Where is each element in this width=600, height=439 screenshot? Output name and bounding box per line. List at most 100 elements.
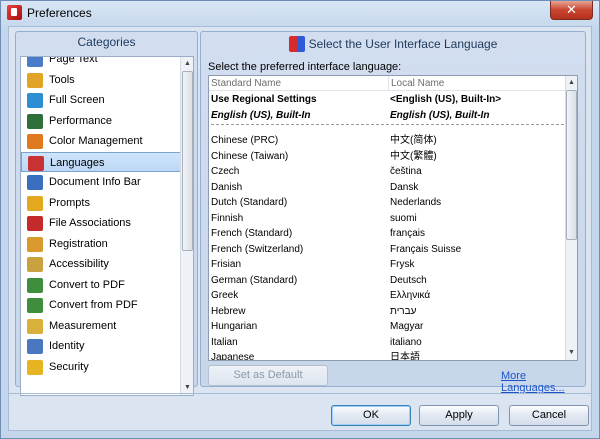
ok-button[interactable]: OK [331, 405, 411, 426]
local-name-cell: čeština [390, 166, 422, 177]
language-row[interactable]: German (Standard) Deutsch [209, 273, 566, 289]
category-label: Prompts [49, 196, 90, 209]
category-item[interactable]: Document Info Bar [21, 172, 181, 193]
language-panel-header: Select the User Interface Language [201, 36, 585, 56]
standard-name-cell: Dutch (Standard) [211, 197, 288, 208]
category-label: Document Info Bar [49, 176, 141, 188]
category-label: Convert from PDF [49, 299, 138, 311]
category-label: Security [49, 360, 89, 373]
column-header-standard-name[interactable]: Standard Name [211, 78, 281, 89]
scroll-thumb[interactable] [182, 71, 193, 251]
standard-name-cell: Frisian [211, 259, 242, 270]
language-row[interactable]: Greek Ελληνικά [209, 288, 566, 304]
standard-name-cell: Danish [211, 181, 243, 193]
category-item[interactable]: Page Text [21, 56, 181, 70]
security-icon [27, 359, 43, 375]
category-label: Languages [50, 156, 105, 169]
category-item[interactable]: Color Management [21, 131, 181, 152]
local-name-cell: 中文(简体) [390, 135, 437, 146]
standard-name-cell: Chinese (Taiwan) [211, 150, 289, 162]
language-row[interactable]: Frisian Frysk [209, 257, 566, 273]
category-label: Performance [49, 114, 112, 127]
cancel-button[interactable]: Cancel [509, 405, 589, 426]
language-row[interactable]: Italian italiano [209, 335, 566, 351]
category-label: Page Text [49, 56, 98, 65]
full-screen-icon [27, 93, 43, 108]
language-row[interactable]: Danish Dansk [209, 180, 566, 196]
category-label: Color Management [49, 135, 143, 147]
local-name-cell: Ελληνικά [390, 290, 431, 301]
category-item[interactable]: Convert from PDF [21, 295, 181, 316]
scroll-down-arrow-icon[interactable]: ▼ [567, 348, 576, 358]
standard-name-cell: Finnish [211, 212, 244, 224]
scroll-up-arrow-icon[interactable]: ▲ [567, 78, 576, 88]
category-item[interactable]: Measurement [21, 316, 181, 337]
category-item[interactable]: Prompts [21, 193, 181, 214]
language-row[interactable]: French (Switzerland) Français Suisse [209, 242, 566, 258]
language-row[interactable]: Japanese 日本語 [209, 350, 566, 361]
accessibility-icon [27, 257, 43, 272]
close-button[interactable]: ✕ [550, 1, 593, 20]
category-item[interactable]: Full Screen [21, 90, 181, 111]
language-row[interactable]: Chinese (PRC) 中文(简体) [209, 133, 566, 149]
language-row[interactable]: Use Regional Settings <English (US), Buil… [209, 92, 566, 108]
tools-icon [27, 72, 43, 88]
language-row[interactable]: English (US), Built-In English (US), Buil… [209, 108, 566, 124]
standard-name-cell: Chinese (PRC) [211, 135, 279, 146]
categories-pane: Categories Page Text Tools Full Screen Perf… [15, 31, 198, 396]
local-name-cell: 中文(繁體) [390, 150, 437, 162]
scroll-thumb[interactable] [566, 90, 577, 240]
language-row[interactable]: Chinese (Taiwan) 中文(繁體) [209, 149, 566, 165]
separator-line [211, 124, 564, 125]
language-row[interactable]: Czech čeština [209, 164, 566, 180]
language-row[interactable]: Finnish suomi [209, 211, 566, 227]
local-name-cell: italiano [390, 336, 422, 348]
standard-name-cell: Japanese [211, 352, 255, 361]
language-row[interactable]: Dutch (Standard) Nederlands [209, 195, 566, 211]
scroll-down-arrow-icon[interactable]: ▼ [183, 383, 192, 393]
category-item[interactable]: Languages [21, 151, 181, 172]
local-name-cell: עברית [390, 305, 417, 317]
category-label: File Associations [49, 217, 131, 229]
page-text-icon [27, 57, 43, 67]
column-header-local-name[interactable]: Local Name [391, 78, 444, 89]
category-label: Registration [49, 237, 108, 250]
app-icon [7, 5, 22, 20]
standard-name-cell: Czech [211, 166, 240, 177]
category-item[interactable]: Accessibility [21, 254, 181, 275]
categories-scrollbar[interactable]: ▲ ▼ [180, 57, 193, 395]
scroll-up-arrow-icon[interactable]: ▲ [183, 59, 192, 69]
categories-list: Page Text Tools Full Screen Performance Colo… [20, 56, 194, 396]
standard-name-cell: French (Switzerland) [211, 243, 304, 255]
grid-scrollbar[interactable]: ▲ ▼ [565, 76, 577, 360]
local-name-cell: Nederlands [390, 197, 442, 208]
category-item[interactable]: Convert to PDF [21, 275, 181, 296]
category-label: Accessibility [49, 258, 109, 270]
language-row[interactable]: Hungarian Magyar [209, 319, 566, 335]
preferences-window: Preferences ✕ Categories Page Text Tools F… [0, 0, 600, 439]
standard-name-cell: German (Standard) [211, 274, 298, 286]
category-item[interactable]: Performance [21, 111, 181, 132]
standard-name-cell: Hungarian [211, 321, 258, 332]
language-panel: Select the User Interface Language Selec… [200, 31, 586, 394]
language-panel-title: Select the User Interface Language [308, 37, 498, 51]
registration-icon [27, 236, 43, 252]
set-as-default-button[interactable]: Set as Default [208, 365, 328, 386]
grid-header: Standard Name Local Name [209, 76, 566, 91]
languages-icon [28, 155, 44, 171]
standard-name-cell: English (US), Built-In [211, 109, 311, 121]
language-row[interactable]: French (Standard) français [209, 226, 566, 242]
category-item[interactable]: Security [21, 357, 181, 378]
category-item[interactable]: Identity [21, 336, 181, 357]
category-item[interactable]: Registration [21, 234, 181, 255]
categories-header: Categories [77, 35, 136, 49]
language-row[interactable]: Hebrew עברית [209, 304, 566, 320]
footer-divider [9, 393, 591, 394]
category-item[interactable]: File Associations [21, 213, 181, 234]
more-languages-link[interactable]: More Languages... [501, 370, 585, 394]
performance-icon [27, 113, 43, 129]
apply-button[interactable]: Apply [419, 405, 499, 426]
category-item[interactable]: Tools [21, 70, 181, 91]
local-name-cell: English (US), Built-In [390, 109, 490, 121]
categories-items: Page Text Tools Full Screen Performance Colo… [21, 56, 181, 378]
